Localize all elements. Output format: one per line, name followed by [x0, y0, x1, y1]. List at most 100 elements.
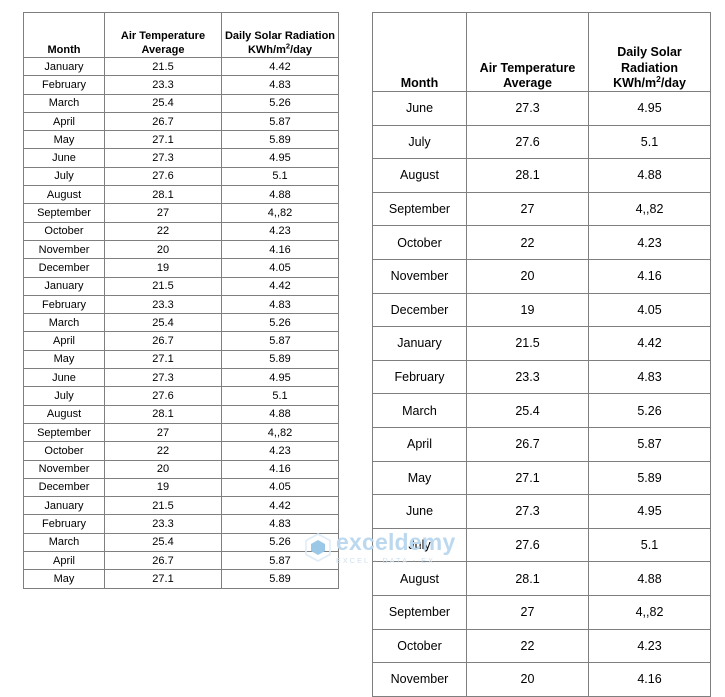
table-row[interactable]: February 23.3 4.83 [23, 294, 339, 315]
cell-air-temperature[interactable]: 26.7 [104, 111, 222, 132]
cell-air-temperature[interactable]: 23.3 [104, 294, 222, 315]
table-row[interactable]: September 27 4,,82 [23, 203, 339, 223]
cell-air-temperature[interactable]: 27.6 [466, 527, 589, 563]
cell-daily-solar-radiation[interactable]: 4.16 [221, 239, 339, 260]
cell-air-temperature[interactable]: 19 [104, 258, 222, 278]
cell-month[interactable]: January [372, 326, 467, 361]
cell-month[interactable]: December [23, 477, 105, 498]
cell-air-temperature[interactable]: 25.4 [104, 313, 222, 333]
table-row[interactable]: August 28.1 4.88 [372, 158, 711, 193]
cell-air-temperature[interactable]: 26.7 [104, 551, 222, 571]
cell-daily-solar-radiation[interactable]: 4,,82 [221, 422, 339, 443]
table-row[interactable]: February 23.3 4.83 [23, 514, 339, 534]
table-row[interactable]: January 21.5 4.42 [372, 326, 711, 361]
cell-daily-solar-radiation[interactable]: 4.23 [588, 628, 711, 664]
cell-month[interactable]: June [23, 148, 105, 168]
cell-air-temperature[interactable]: 27.1 [104, 349, 222, 370]
cell-month[interactable]: September [23, 203, 105, 223]
cell-air-temperature[interactable]: 21.5 [466, 326, 589, 361]
cell-daily-solar-radiation[interactable]: 4.88 [221, 404, 339, 424]
table-row[interactable]: January 21.5 4.42 [23, 276, 339, 296]
cell-daily-solar-radiation[interactable]: 5.1 [221, 166, 339, 187]
cell-air-temperature[interactable]: 22 [104, 441, 222, 461]
cell-air-temperature[interactable]: 20 [466, 258, 589, 294]
cell-air-temperature[interactable]: 27.3 [466, 91, 589, 126]
cell-month[interactable]: December [23, 258, 105, 278]
cell-air-temperature[interactable]: 27 [466, 594, 589, 630]
cell-daily-solar-radiation[interactable]: 5.89 [221, 349, 339, 370]
cell-air-temperature[interactable]: 27 [104, 203, 222, 223]
cell-daily-solar-radiation[interactable]: 4.83 [221, 294, 339, 315]
table-row[interactable]: May 27.1 5.89 [372, 460, 711, 496]
table-row[interactable]: September 27 4,,82 [23, 422, 339, 443]
table-row[interactable]: May 27.1 5.89 [23, 349, 339, 370]
right-monthly-data-table[interactable]: Month Air Temperature Average Daily Sola… [372, 12, 711, 697]
cell-month[interactable]: April [372, 426, 467, 462]
cell-daily-solar-radiation[interactable]: 4,,82 [588, 594, 711, 630]
cell-daily-solar-radiation[interactable]: 5.26 [221, 93, 339, 113]
cell-air-temperature[interactable]: 27.1 [104, 569, 222, 589]
left-monthly-data-table[interactable]: Month Air Temperature Average Daily Sola… [23, 12, 339, 589]
table-row[interactable]: February 23.3 4.83 [23, 75, 339, 95]
table-row[interactable]: April 26.7 5.87 [372, 426, 711, 462]
cell-air-temperature[interactable]: 27.3 [104, 368, 222, 388]
cell-month[interactable]: March [23, 313, 105, 333]
cell-month[interactable]: July [23, 386, 105, 406]
cell-daily-solar-radiation[interactable]: 4.83 [221, 75, 339, 95]
cell-month[interactable]: September [23, 422, 105, 443]
cell-daily-solar-radiation[interactable]: 4.42 [221, 496, 339, 516]
table-row[interactable]: November 20 4.16 [372, 258, 711, 294]
cell-air-temperature[interactable]: 26.7 [104, 331, 222, 351]
cell-air-temperature[interactable]: 23.3 [104, 514, 222, 534]
cell-month[interactable]: May [372, 460, 467, 496]
table-row[interactable]: April 26.7 5.87 [23, 111, 339, 132]
table-row[interactable]: July 27.6 5.1 [23, 166, 339, 187]
cell-air-temperature[interactable]: 19 [104, 477, 222, 498]
cell-month[interactable]: February [23, 294, 105, 315]
cell-air-temperature[interactable]: 19 [466, 292, 589, 328]
cell-air-temperature[interactable]: 22 [104, 221, 222, 241]
table-row[interactable]: January 21.5 4.42 [23, 56, 339, 77]
cell-daily-solar-radiation[interactable]: 5.87 [588, 426, 711, 462]
cell-daily-solar-radiation[interactable]: 4.42 [221, 56, 339, 77]
cell-air-temperature[interactable]: 21.5 [104, 56, 222, 77]
cell-month[interactable]: January [23, 276, 105, 296]
cell-month[interactable]: March [23, 93, 105, 113]
table-row[interactable]: April 26.7 5.87 [23, 331, 339, 351]
cell-daily-solar-radiation[interactable]: 4.83 [221, 514, 339, 534]
cell-month[interactable]: August [372, 561, 467, 596]
cell-daily-solar-radiation[interactable]: 4.95 [221, 368, 339, 388]
cell-daily-solar-radiation[interactable]: 4.88 [588, 158, 711, 193]
cell-air-temperature[interactable]: 20 [104, 459, 222, 479]
cell-daily-solar-radiation[interactable]: 4.88 [588, 561, 711, 596]
table-row[interactable]: March 25.4 5.26 [23, 313, 339, 333]
table-row[interactable]: December 19 4.05 [23, 477, 339, 498]
table-row[interactable]: June 27.3 4.95 [372, 494, 711, 529]
cell-air-temperature[interactable]: 27.6 [104, 166, 222, 187]
cell-air-temperature[interactable]: 27.1 [466, 460, 589, 496]
cell-month[interactable]: July [23, 166, 105, 187]
cell-daily-solar-radiation[interactable]: 4.95 [588, 494, 711, 529]
cell-month[interactable]: October [372, 628, 467, 664]
cell-month[interactable]: June [372, 494, 467, 529]
cell-month[interactable]: January [23, 496, 105, 516]
cell-daily-solar-radiation[interactable]: 4.23 [588, 225, 711, 260]
cell-air-temperature[interactable]: 23.3 [104, 75, 222, 95]
cell-air-temperature[interactable]: 27.6 [104, 386, 222, 406]
cell-daily-solar-radiation[interactable]: 5.87 [221, 111, 339, 132]
cell-month[interactable]: June [23, 368, 105, 388]
cell-daily-solar-radiation[interactable]: 4.95 [588, 91, 711, 126]
table-row[interactable]: October 22 4.23 [23, 441, 339, 461]
cell-month[interactable]: July [372, 124, 467, 160]
cell-daily-solar-radiation[interactable]: 4.05 [221, 258, 339, 278]
table-row[interactable]: October 22 4.23 [372, 628, 711, 664]
cell-month[interactable]: December [372, 292, 467, 328]
cell-daily-solar-radiation[interactable]: 4.23 [221, 441, 339, 461]
cell-month[interactable]: October [23, 441, 105, 461]
table-row[interactable]: November 20 4.16 [23, 459, 339, 479]
table-row[interactable]: May 27.1 5.89 [23, 569, 339, 589]
cell-daily-solar-radiation[interactable]: 5.1 [588, 124, 711, 160]
cell-month[interactable]: November [23, 239, 105, 260]
cell-month[interactable]: May [23, 349, 105, 370]
cell-air-temperature[interactable]: 27.1 [104, 130, 222, 150]
